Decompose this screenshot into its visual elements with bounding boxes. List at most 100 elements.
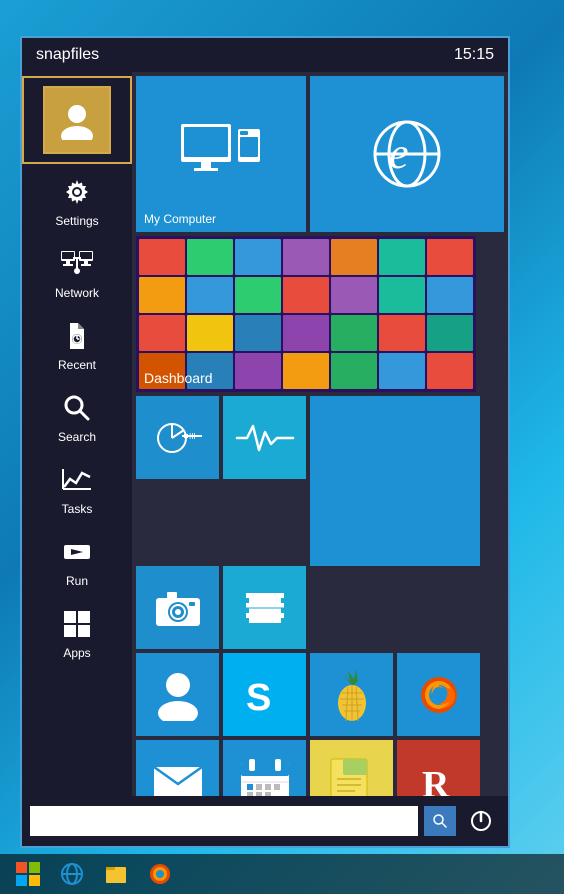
apps-svg xyxy=(62,609,92,639)
clock: 15:15 xyxy=(454,46,494,64)
sidebar-label-tasks: Tasks xyxy=(62,502,93,516)
tile-chart[interactable]: III xyxy=(136,396,219,479)
start-menu: snapfiles 15:15 xyxy=(20,36,510,848)
sidebar-label-settings: Settings xyxy=(55,214,98,228)
tropical-svg xyxy=(322,665,382,725)
recent-svg xyxy=(62,321,92,351)
sidebar-label-recent: Recent xyxy=(58,358,96,372)
tile-row-1: My Computer e xyxy=(136,76,504,232)
tile-row-5: S xyxy=(136,653,504,736)
settings-icon xyxy=(59,174,95,210)
pulse-svg xyxy=(235,418,295,458)
skype-svg: S xyxy=(240,670,290,720)
search-svg xyxy=(62,393,92,423)
firefox-taskbar-icon xyxy=(148,862,172,886)
rtype-svg: R xyxy=(412,755,466,797)
search-btn-icon xyxy=(432,813,448,829)
tile-tropical[interactable] xyxy=(310,653,393,736)
tile-sticky[interactable] xyxy=(310,740,393,796)
taskbar-firefox[interactable] xyxy=(140,856,180,892)
avatar xyxy=(43,86,111,154)
user-icon xyxy=(57,100,97,140)
sticky-icon xyxy=(310,740,393,796)
run-icon xyxy=(59,534,95,570)
tile-ie[interactable]: e xyxy=(310,76,504,232)
mail-svg xyxy=(151,762,205,797)
sidebar-item-run[interactable]: Run xyxy=(22,526,132,596)
sidebar-item-recent[interactable]: Recent xyxy=(22,310,132,380)
rtype-icon: R xyxy=(397,740,480,796)
tile-camera[interactable] xyxy=(136,566,219,649)
sidebar-label-search: Search xyxy=(58,430,96,444)
main-content: Settings xyxy=(22,72,508,796)
tropical-icon xyxy=(310,653,393,736)
sidebar-item-network[interactable]: Network xyxy=(22,238,132,308)
svg-text:S: S xyxy=(246,677,271,719)
sidebar-item-search[interactable]: Search xyxy=(22,382,132,452)
windows-logo xyxy=(16,862,40,886)
power-icon xyxy=(469,809,493,833)
taskbar-ie[interactable] xyxy=(52,856,92,892)
sidebar-label-apps: Apps xyxy=(63,646,90,660)
firefox-icon xyxy=(397,653,480,736)
run-svg xyxy=(62,537,92,567)
tile-dashboard[interactable]: Dashboard xyxy=(136,236,476,392)
sidebar-item-user[interactable] xyxy=(22,76,132,164)
sidebar-item-settings[interactable]: Settings xyxy=(22,166,132,236)
explorer-icon xyxy=(104,862,128,886)
sidebar-item-tasks[interactable]: Tasks xyxy=(22,454,132,524)
tiles-area: My Computer e xyxy=(132,72,508,796)
gear-svg xyxy=(62,177,92,207)
sidebar-label-network: Network xyxy=(55,286,99,300)
calendar-icon xyxy=(223,740,306,796)
bottom-bar xyxy=(22,796,508,846)
app-title: snapfiles xyxy=(36,46,99,64)
tile-skype[interactable]: S xyxy=(223,653,306,736)
tile-row-6: R xyxy=(136,740,504,796)
ie-icon-area: e xyxy=(310,76,504,232)
sidebar: Settings xyxy=(22,72,132,796)
my-computer-icon-area xyxy=(136,76,306,232)
tile-my-computer[interactable]: My Computer xyxy=(136,76,306,232)
network-svg xyxy=(60,249,94,279)
chart-icon: III xyxy=(136,396,219,479)
tile-video[interactable] xyxy=(223,566,306,649)
skype-icon: S xyxy=(223,653,306,736)
search-button[interactable] xyxy=(424,806,456,836)
sticky-svg xyxy=(325,755,379,797)
camera-icon xyxy=(136,566,219,649)
tile-calendar[interactable] xyxy=(223,740,306,796)
tile-row-2: Dashboard xyxy=(136,236,504,392)
ie-taskbar-icon xyxy=(60,862,84,886)
apps-icon xyxy=(59,606,95,642)
svg-text:R: R xyxy=(422,764,450,797)
calendar-svg xyxy=(238,756,292,797)
tasks-svg xyxy=(62,465,92,495)
taskbar-explorer[interactable] xyxy=(96,856,136,892)
search-input[interactable] xyxy=(30,806,418,836)
tile-firefox[interactable] xyxy=(397,653,480,736)
tile-dashboard-label: Dashboard xyxy=(144,370,213,386)
tile-mail[interactable] xyxy=(136,740,219,796)
network-icon xyxy=(59,246,95,282)
tile-large-blue[interactable] xyxy=(310,396,480,566)
tile-mycomputer-label: My Computer xyxy=(144,212,216,226)
tile-pulse[interactable] xyxy=(223,396,306,479)
svg-text:III: III xyxy=(189,432,196,441)
sidebar-item-apps[interactable]: Apps xyxy=(22,598,132,668)
taskbar-start[interactable] xyxy=(8,856,48,892)
video-svg xyxy=(240,588,290,628)
contact-svg xyxy=(156,669,200,721)
recent-icon xyxy=(59,318,95,354)
tasks-icon xyxy=(59,462,95,498)
power-button[interactable] xyxy=(462,802,500,840)
pulse-icon xyxy=(223,396,306,479)
mail-icon xyxy=(136,740,219,796)
camera-svg xyxy=(153,588,203,628)
sidebar-label-run: Run xyxy=(66,574,88,588)
tile-row-3: III xyxy=(136,396,504,566)
header: snapfiles 15:15 xyxy=(22,38,508,72)
video-icon xyxy=(223,566,306,649)
tile-contact[interactable] xyxy=(136,653,219,736)
tile-rtype[interactable]: R xyxy=(397,740,480,796)
